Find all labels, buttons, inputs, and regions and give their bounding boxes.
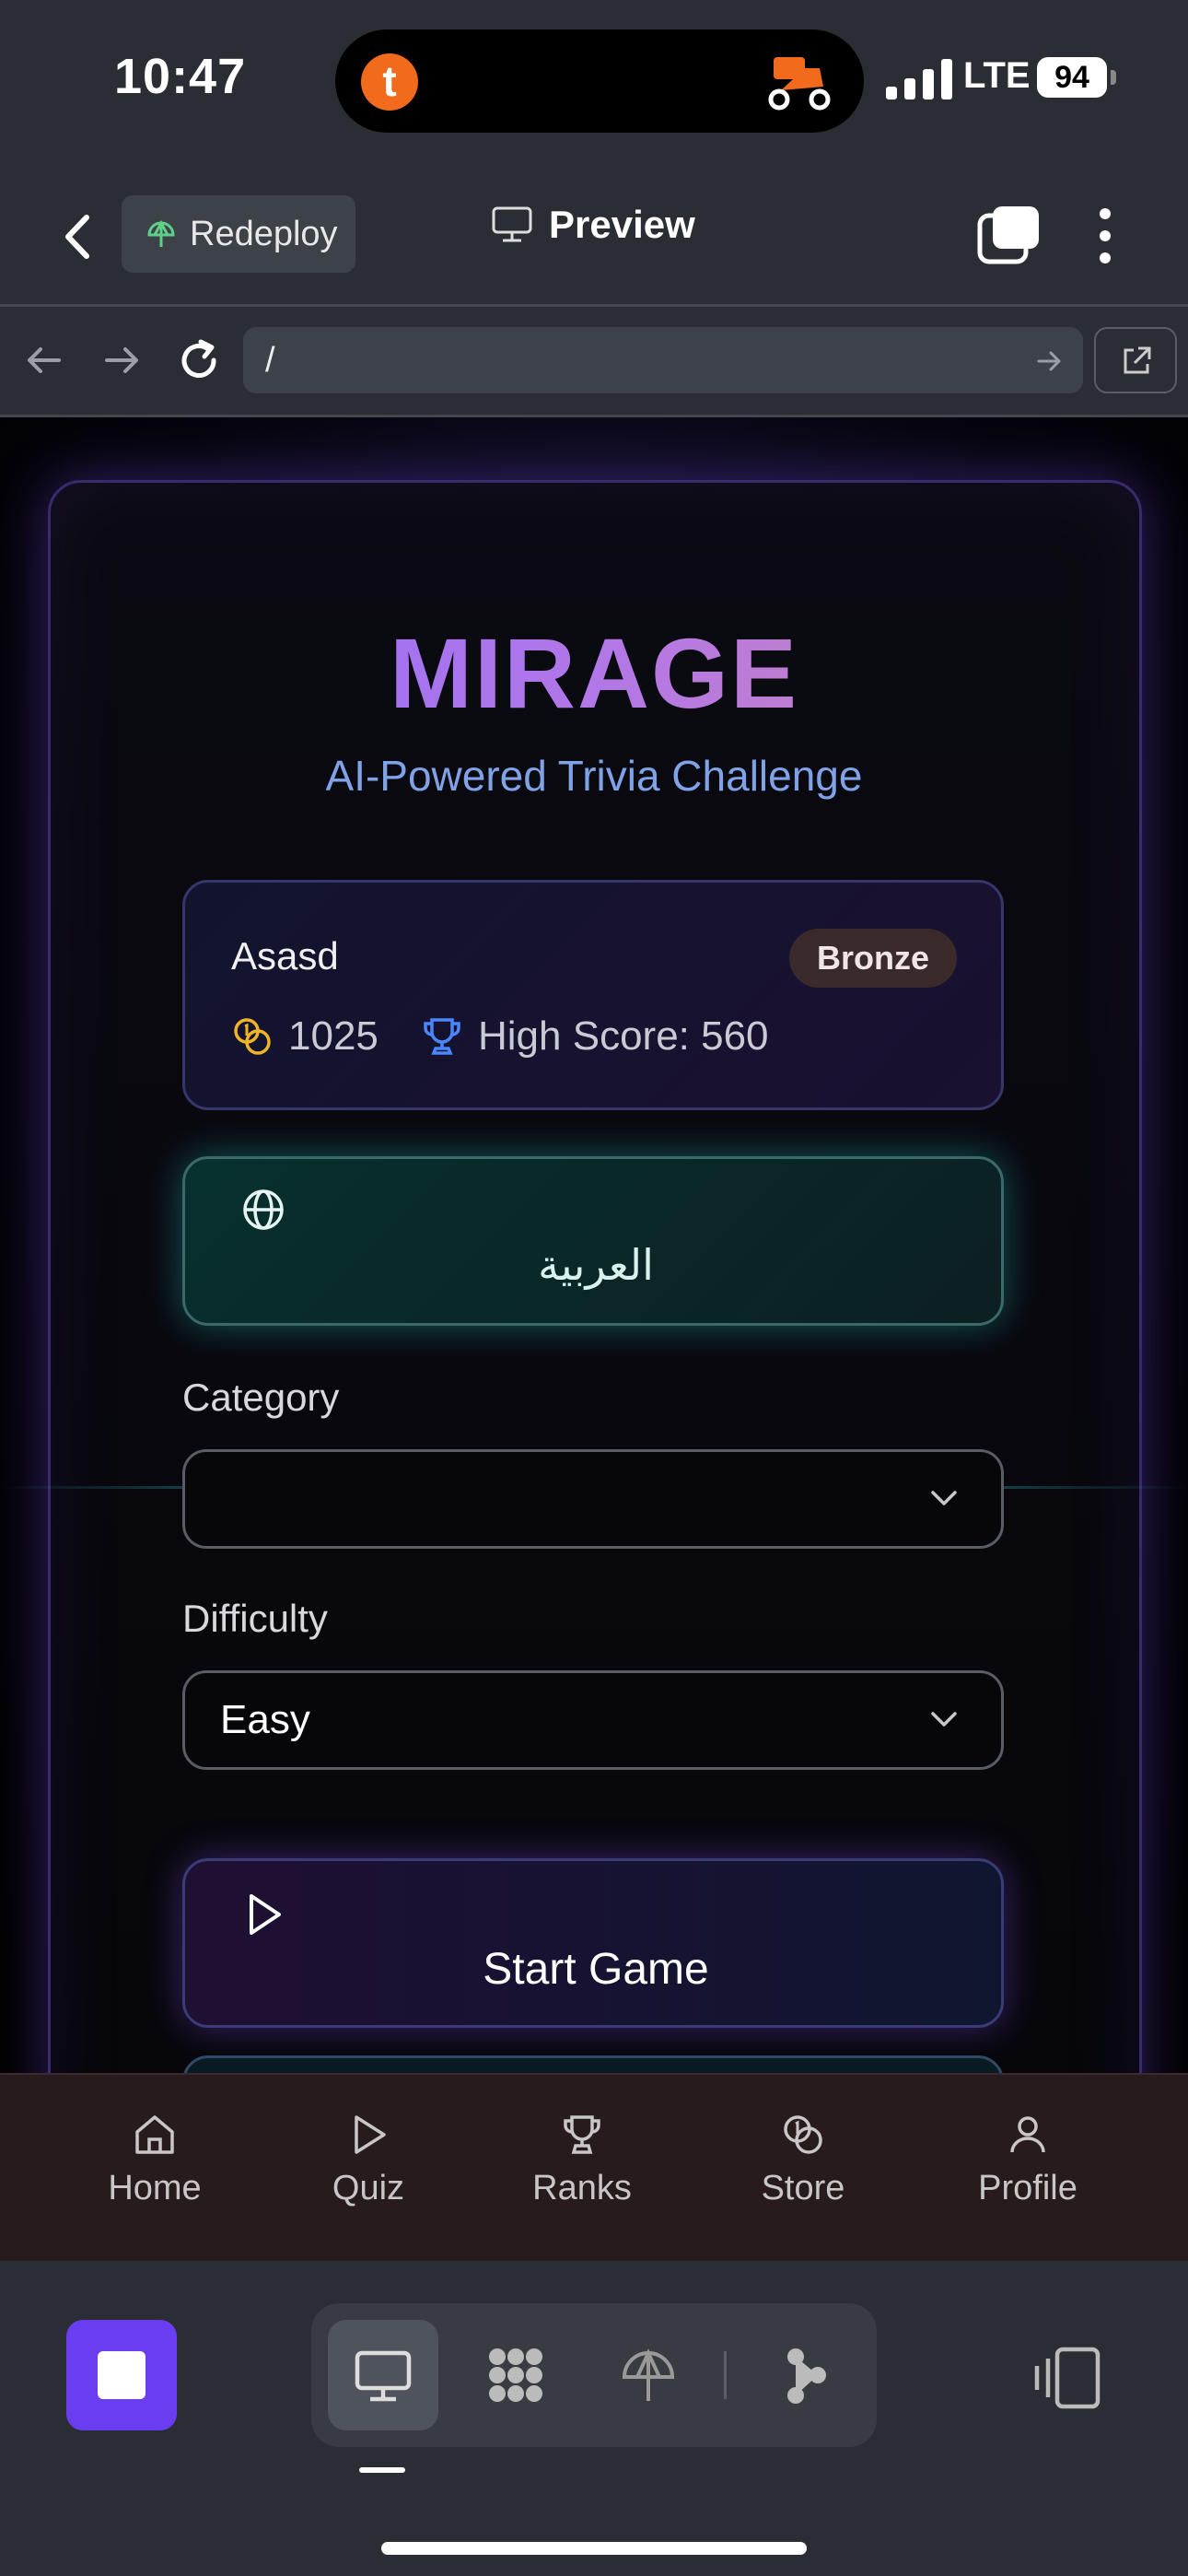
play-icon: [250, 1894, 281, 1935]
coin-count: 1025: [288, 1013, 379, 1059]
difficulty-value: Easy: [220, 1697, 310, 1742]
play-icon: [355, 2115, 386, 2154]
refresh-icon[interactable]: [173, 334, 225, 386]
dock-separator: [724, 2351, 727, 2399]
nav-ranks[interactable]: Ranks: [490, 2112, 674, 2208]
active-tab-indicator: [359, 2467, 405, 2473]
language-label: العربية: [538, 1240, 654, 1290]
nav-quiz-label: Quiz: [332, 2169, 405, 2207]
nav-quiz[interactable]: Quiz: [276, 2112, 460, 2208]
scooter-icon: [768, 57, 831, 111]
monitor-icon: [492, 206, 532, 242]
url-bar: /: [0, 307, 1188, 417]
start-game-label: Start Game: [483, 1945, 709, 1994]
network-type: LTE: [963, 55, 1031, 96]
home-indicator: [381, 2542, 807, 2555]
more-vertical-icon[interactable]: [1083, 203, 1127, 269]
secondary-button-partial[interactable]: [182, 2055, 1004, 2073]
nav-profile-label: Profile: [978, 2169, 1077, 2207]
globe-icon: [243, 1189, 284, 1230]
trophy-icon: [424, 1018, 460, 1055]
arrow-left-icon[interactable]: [18, 334, 70, 386]
start-game-button[interactable]: Start Game: [182, 1858, 1004, 2028]
external-link-icon: [1124, 346, 1151, 374]
app-subtitle: AI-Powered Trivia Challenge: [325, 752, 863, 800]
trophy-icon: [564, 2115, 600, 2154]
player-stats-card: Asasd Bronze 1025 High Score: 560: [182, 880, 1004, 1110]
redeploy-button[interactable]: Redeploy: [122, 195, 355, 273]
high-score: High Score: 560: [421, 1013, 769, 1060]
stop-icon: [98, 2351, 146, 2399]
dock-tab-preview[interactable]: [328, 2320, 438, 2430]
difficulty-label: Difficulty: [182, 1597, 328, 1640]
share-icon: [787, 2348, 826, 2404]
category-label: Category: [182, 1376, 340, 1419]
island-app-icon: t: [361, 53, 418, 111]
chevron-down-icon: [931, 1491, 957, 1505]
user-icon: [1010, 2116, 1045, 2153]
bottom-navigation: Home Quiz Ranks Store Profile: [0, 2073, 1188, 2263]
coins-icon: [784, 2115, 822, 2154]
tabs-icon[interactable]: [976, 203, 1042, 269]
dock-tab-deploy[interactable]: [593, 2320, 704, 2430]
preview-viewport: MIRAGE AI-Powered Trivia Challenge Asasd…: [0, 417, 1188, 2073]
app-toolbar: Redeploy Preview: [0, 166, 1188, 307]
dock-tab-workspace[interactable]: [460, 2320, 571, 2430]
preview-label: Preview: [549, 203, 695, 246]
dock-tab-group: [311, 2303, 877, 2447]
nav-store-label: Store: [761, 2169, 845, 2207]
deploy-icon: [622, 2348, 675, 2401]
dynamic-island: t: [335, 29, 864, 133]
status-bar: 10:47 t LTE 94: [0, 0, 1188, 166]
open-external-button[interactable]: [1094, 327, 1177, 393]
category-select[interactable]: [182, 1449, 1004, 1549]
signal-icon: [886, 59, 952, 100]
dock-tab-share[interactable]: [750, 2320, 860, 2430]
difficulty-select[interactable]: Easy: [182, 1670, 1004, 1770]
status-time: 10:47: [114, 49, 247, 104]
url-text: /: [265, 341, 275, 380]
arrow-right-icon[interactable]: [96, 334, 147, 386]
app-title: MIRAGE: [0, 615, 1188, 731]
high-score-text: High Score: 560: [478, 1013, 769, 1059]
battery-nub: [1111, 70, 1116, 85]
chevron-down-icon: [931, 1712, 957, 1727]
home-icon: [135, 2115, 174, 2154]
battery-indicator: 94: [1037, 57, 1107, 98]
monitor-icon: [355, 2350, 412, 2402]
ide-dock: [0, 2261, 1188, 2576]
nav-ranks-label: Ranks: [532, 2169, 632, 2207]
nav-home[interactable]: Home: [63, 2112, 247, 2208]
deploy-icon: [147, 219, 175, 247]
go-arrow-icon[interactable]: [1035, 347, 1063, 375]
stop-button[interactable]: [66, 2320, 177, 2430]
grid-icon: [489, 2348, 542, 2402]
nav-profile[interactable]: Profile: [936, 2112, 1120, 2208]
nav-home-label: Home: [108, 2169, 202, 2207]
back-chevron-icon[interactable]: [46, 205, 111, 269]
url-input[interactable]: /: [243, 327, 1083, 393]
coin-balance: 1025: [231, 1013, 379, 1060]
tier-badge: Bronze: [788, 929, 957, 988]
preview-tab[interactable]: Preview: [492, 203, 695, 247]
player-username: Asasd: [231, 934, 339, 978]
coins-icon: [234, 1018, 271, 1055]
redeploy-label: Redeploy: [190, 214, 338, 253]
devices-icon[interactable]: [1031, 2346, 1101, 2410]
language-toggle-button[interactable]: العربية: [182, 1156, 1004, 1326]
nav-store[interactable]: Store: [711, 2112, 895, 2208]
